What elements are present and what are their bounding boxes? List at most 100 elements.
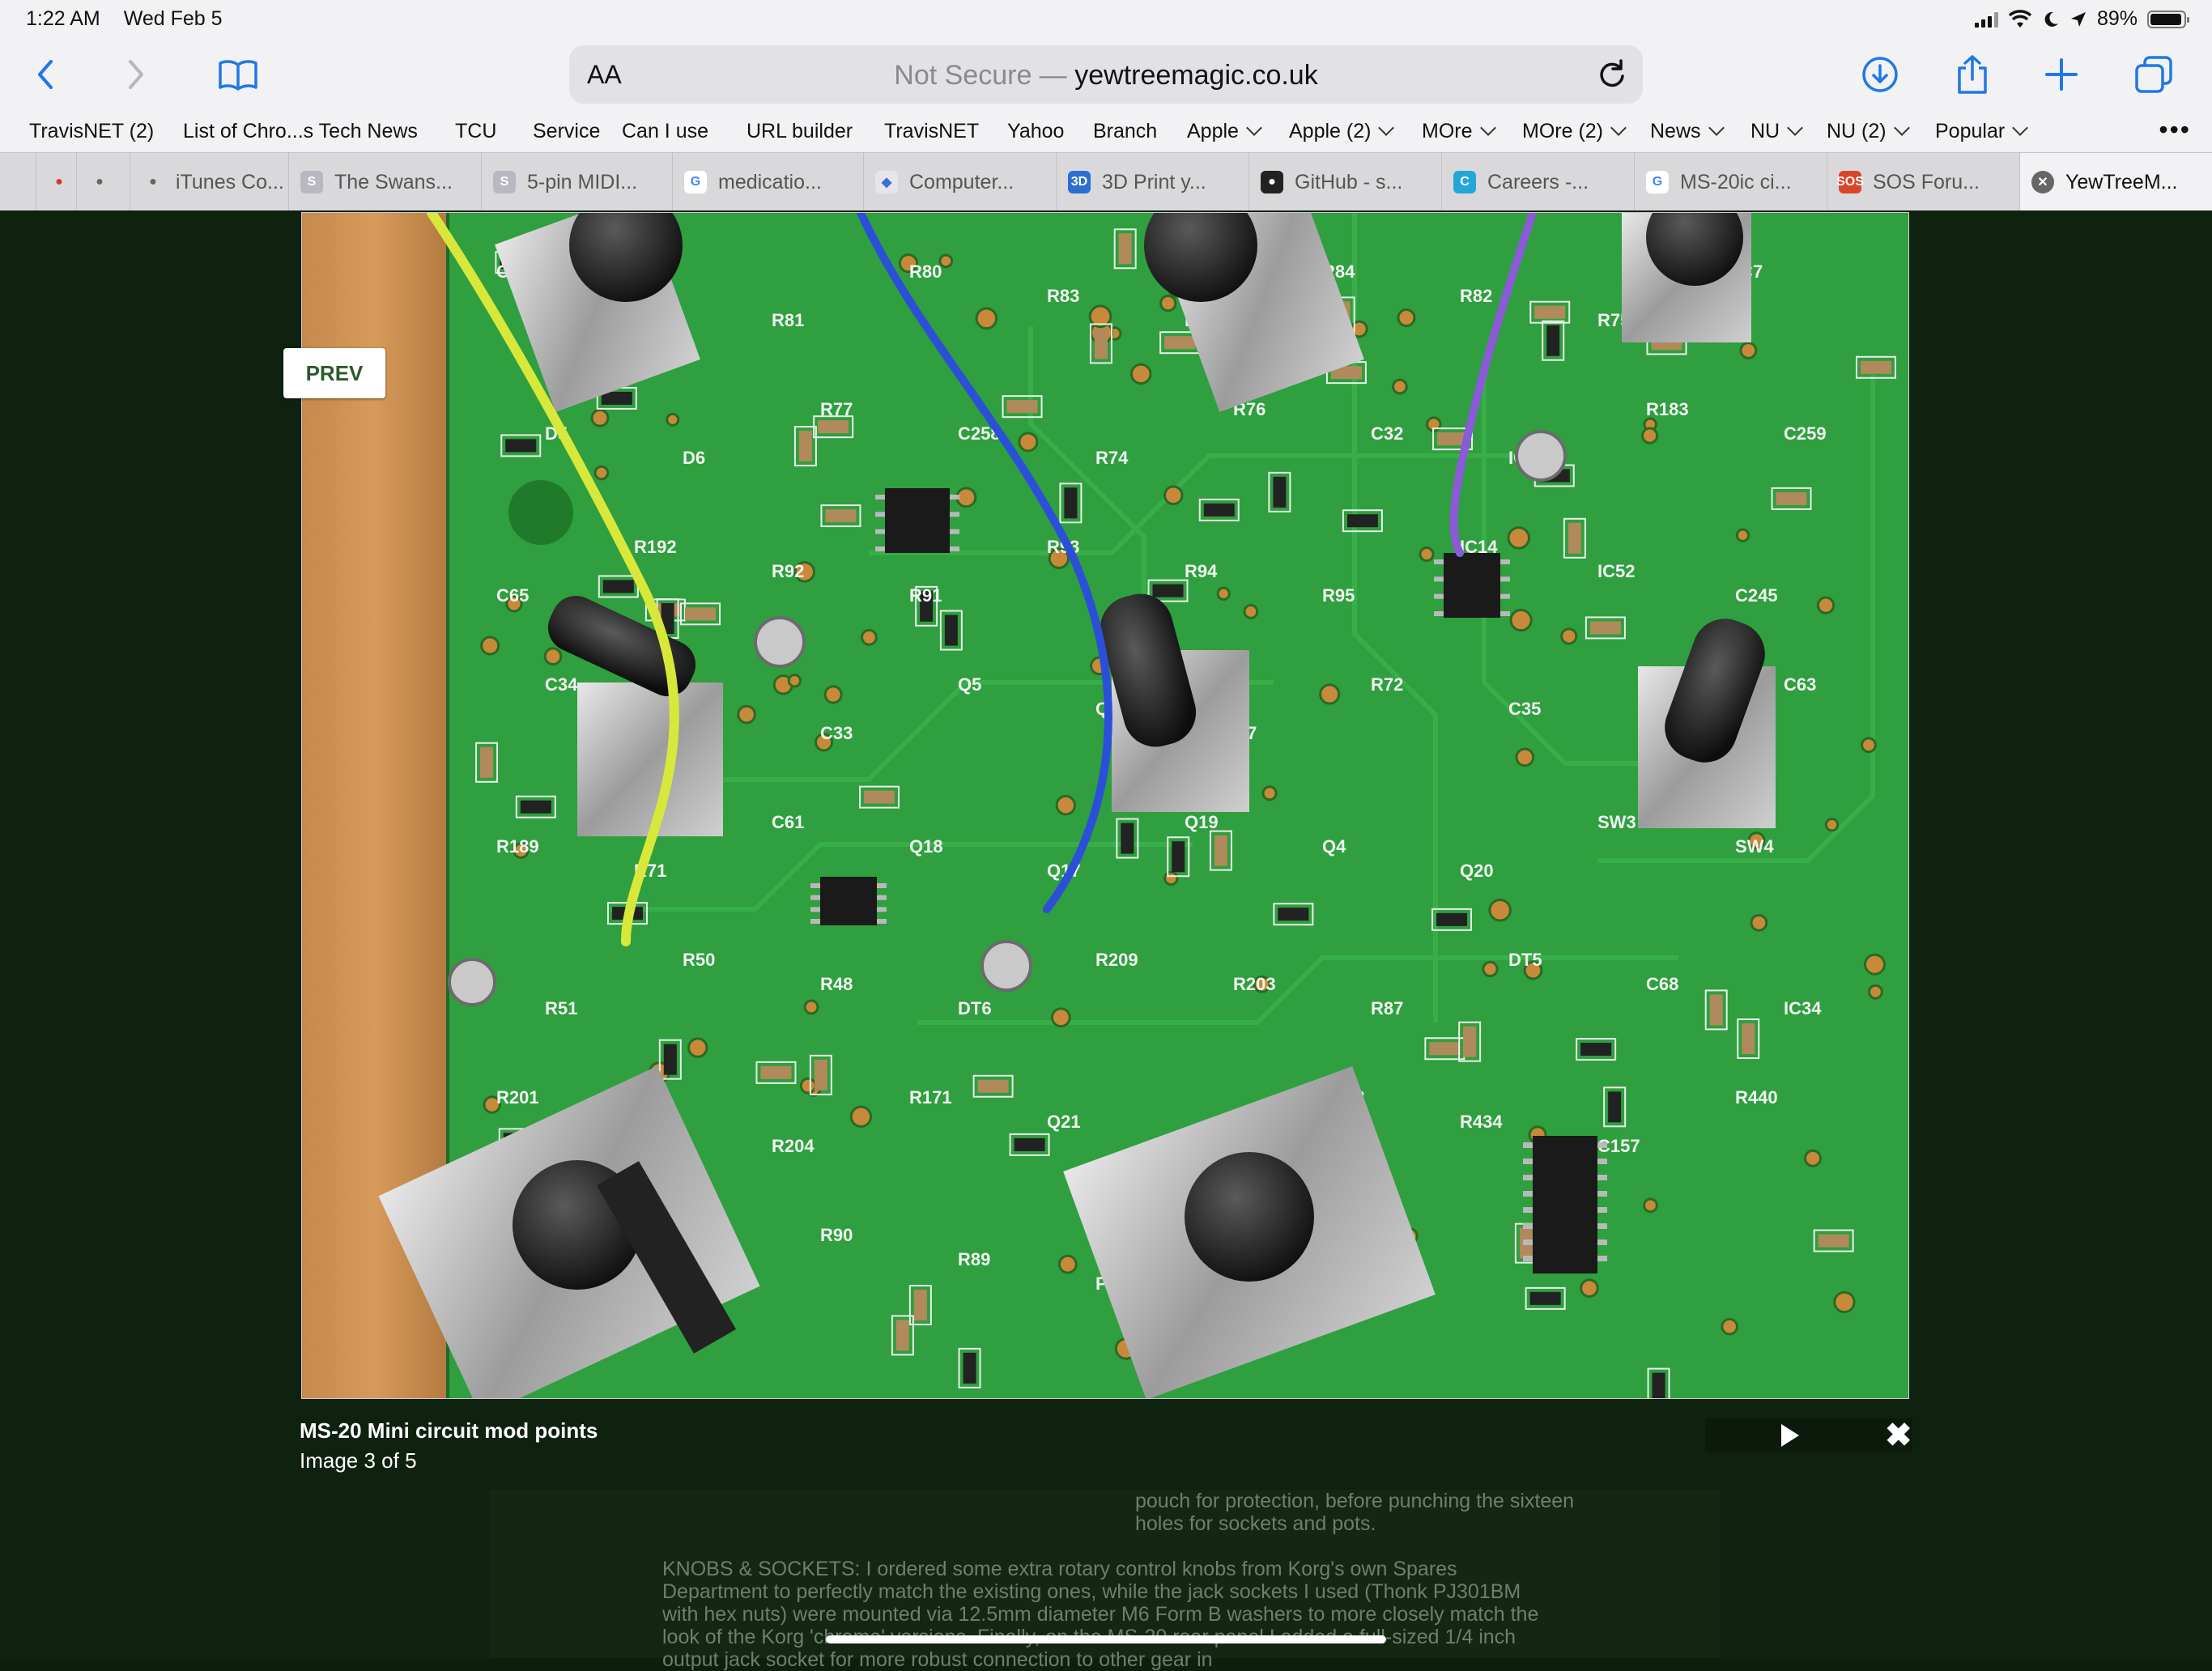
silkscreen-label: R434 (1460, 1112, 1503, 1132)
ic-pin (1500, 559, 1510, 564)
tab-computer[interactable]: ◆ Computer... (863, 153, 1056, 211)
tab-yewtreem[interactable]: ✕ YewTreeM... (2019, 153, 2212, 211)
bookmarks-icon[interactable] (212, 49, 264, 100)
silkscreen-label: R91 (909, 585, 942, 606)
tab-careers[interactable]: C Careers -... (1441, 153, 1634, 211)
bookmark-apple[interactable]: Apple (1187, 120, 1262, 143)
silkscreen-label: R82 (1460, 286, 1492, 306)
bookmark-more-2[interactable]: MOre (2) (1522, 120, 1627, 143)
pcb-via (1507, 526, 1531, 550)
silkscreen-label: IC52 (1597, 561, 1635, 581)
bookmark-can-i-use[interactable]: Can I use (622, 120, 708, 143)
home-indicator[interactable] (826, 1635, 1386, 1643)
tab-ms-20ic-ci[interactable]: G MS-20ic ci... (1634, 153, 1827, 211)
silkscreen-label: Q5 (958, 674, 981, 695)
download-icon[interactable] (1854, 49, 1906, 100)
pcb-via (1129, 363, 1152, 385)
tab-label: The Swans... (334, 170, 453, 193)
pcb-via (1560, 627, 1578, 645)
pcb-via (1261, 785, 1278, 801)
silkscreen-label: R48 (820, 974, 853, 994)
bookmark-nu[interactable]: NU (1750, 120, 1804, 143)
3d-icon: 3D (1068, 171, 1091, 193)
ic-pin (810, 883, 820, 888)
ic-pin (877, 895, 887, 900)
close-icon[interactable]: ✕ (2031, 171, 2054, 193)
bookmark-travisnet[interactable]: TravisNET (884, 120, 979, 143)
bookmark-travisnet-2[interactable]: TravisNET (2) (29, 120, 154, 143)
bookmark-more[interactable]: MOre (1422, 120, 1496, 143)
tab-label: medicatio... (718, 170, 822, 193)
bookmark-popular[interactable]: Popular (1935, 120, 2029, 143)
chevron-down-icon (1893, 120, 1910, 136)
chevron-down-icon (1708, 120, 1725, 136)
tab-3d-print-y[interactable]: 3D 3D Print y... (1056, 153, 1249, 211)
tab-github-s[interactable]: ● GitHub - s... (1249, 153, 1441, 211)
status-bar: 1:22 AM Wed Feb 5 89% (0, 0, 2212, 37)
silkscreen-label: Q21 (1047, 1112, 1081, 1132)
pcb-photo: C257R78R81R80R83R85R84R82R75IC7D5D6R77C2… (302, 213, 1908, 1398)
bookmark-news[interactable]: News (1650, 120, 1725, 143)
pcb-via (1488, 898, 1512, 922)
bookmark-list-of-chro-s-tech-news[interactable]: List of Chro...s Tech News (183, 120, 418, 143)
tab-pinned-0[interactable]: ● (36, 153, 76, 211)
pcb-via (803, 999, 819, 1015)
url-display[interactable]: Not Secure — yewtreemagic.co.uk (569, 60, 1643, 91)
do-not-disturb-icon (2044, 11, 2058, 27)
ic-pin (950, 546, 959, 551)
tabs-overview-icon[interactable] (2128, 49, 2180, 100)
pcb-via (861, 628, 878, 646)
pcb-via (687, 1037, 708, 1058)
google-icon: G (684, 171, 707, 193)
bookmark-nu-2[interactable]: NU (2) (1827, 120, 1910, 143)
bookmarks-more-button[interactable]: ••• (2159, 115, 2191, 145)
article-behind-overlay: pouch for protection, before punching th… (489, 1490, 1720, 1671)
bookmark-tcu[interactable]: TCU (455, 120, 496, 143)
tab-label: GitHub - s... (1295, 170, 1403, 193)
bookmark-label: NU (2) (1827, 120, 1887, 142)
silkscreen-label: R83 (1047, 286, 1079, 306)
lock-icon: ◆ (875, 171, 898, 193)
prev-button[interactable]: PREV (283, 348, 385, 398)
silkscreen-label: R87 (1371, 998, 1403, 1018)
new-tab-icon[interactable] (2035, 49, 2087, 100)
bookmark-branch[interactable]: Branch (1093, 120, 1157, 143)
image-counter: Image 3 of 5 (300, 1448, 417, 1473)
tab-sos-foru[interactable]: SOS SOS Foru... (1827, 153, 2019, 211)
ic-pin (1523, 1256, 1533, 1261)
tab-label: 3D Print y... (1102, 170, 1206, 193)
ic-pin (1500, 593, 1510, 599)
bookmark-label: News (1650, 120, 1701, 142)
silkscreen-label: R94 (1185, 561, 1218, 581)
tab-pinned-1[interactable]: ● (76, 153, 130, 211)
forward-icon[interactable] (110, 49, 162, 100)
tab-itunes-co[interactable]: ● iTunes Co... (130, 153, 288, 211)
ic-pin (1523, 1191, 1533, 1197)
reload-icon[interactable] (1596, 58, 1628, 91)
silkscreen-label: R90 (820, 1225, 853, 1245)
back-icon[interactable] (19, 49, 71, 100)
ic-pin (1434, 593, 1444, 599)
battery-icon (2147, 10, 2189, 28)
bookmark-yahoo[interactable]: Yahoo (1007, 120, 1064, 143)
play-icon[interactable] (1781, 1424, 1799, 1447)
address-bar[interactable]: AA Not Secure — yewtreemagic.co.uk (569, 45, 1643, 104)
pcb-via (1735, 528, 1750, 542)
tab-the-swans[interactable]: S The Swans... (288, 153, 481, 211)
lightbox-caption: MS-20 Mini circuit mod points Image 3 of… (300, 1418, 598, 1473)
share-icon[interactable] (1946, 49, 1998, 100)
bookmark-service[interactable]: Service (533, 120, 600, 143)
bookmark-apple-2[interactable]: Apple (2) (1289, 120, 1395, 143)
tab-medicatio[interactable]: Gmedicatio... (672, 153, 863, 211)
pcb-via (480, 636, 500, 656)
ic-pin (877, 919, 887, 924)
close-icon[interactable]: ✖ (1885, 1419, 1912, 1452)
tab-5-pin-midi[interactable]: S 5-pin MIDI... (481, 153, 672, 211)
bookmark-url-builder[interactable]: URL builder (747, 120, 853, 143)
silkscreen-label: R171 (909, 1087, 952, 1108)
silkscreen-label: C61 (772, 812, 804, 832)
silkscreen-label: R204 (772, 1136, 815, 1156)
pcb-via (1216, 586, 1231, 601)
pcb-via (1319, 683, 1341, 705)
ic-pin (1434, 576, 1444, 582)
